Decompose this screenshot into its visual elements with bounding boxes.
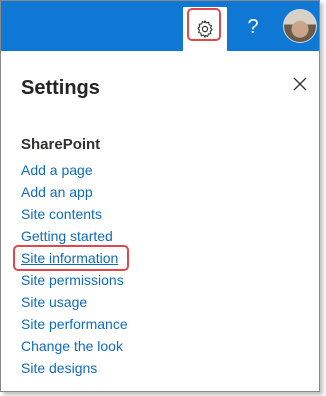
site-information-highlight-box xyxy=(13,245,129,271)
suite-header: ? xyxy=(1,1,319,51)
help-icon: ? xyxy=(247,15,259,38)
link-add-app[interactable]: Add an app xyxy=(21,181,128,203)
link-change-the-look[interactable]: Change the look xyxy=(21,335,128,357)
settings-window: ? Settings SharePoint Add a page Add an … xyxy=(0,0,320,392)
link-site-permissions[interactable]: Site permissions xyxy=(21,269,128,291)
section-heading-sharepoint: SharePoint xyxy=(21,136,101,153)
link-site-designs[interactable]: Site designs xyxy=(21,357,128,379)
close-icon xyxy=(293,77,307,91)
avatar[interactable] xyxy=(283,9,317,43)
close-button[interactable] xyxy=(289,73,311,95)
link-site-contents[interactable]: Site contents xyxy=(21,203,128,225)
help-button[interactable]: ? xyxy=(237,9,269,45)
link-site-performance[interactable]: Site performance xyxy=(21,313,128,335)
link-add-page[interactable]: Add a page xyxy=(21,159,128,181)
link-getting-started[interactable]: Getting started xyxy=(21,225,128,247)
link-site-usage[interactable]: Site usage xyxy=(21,291,128,313)
gear-highlight-box xyxy=(187,8,221,41)
panel-title: Settings xyxy=(21,77,100,99)
